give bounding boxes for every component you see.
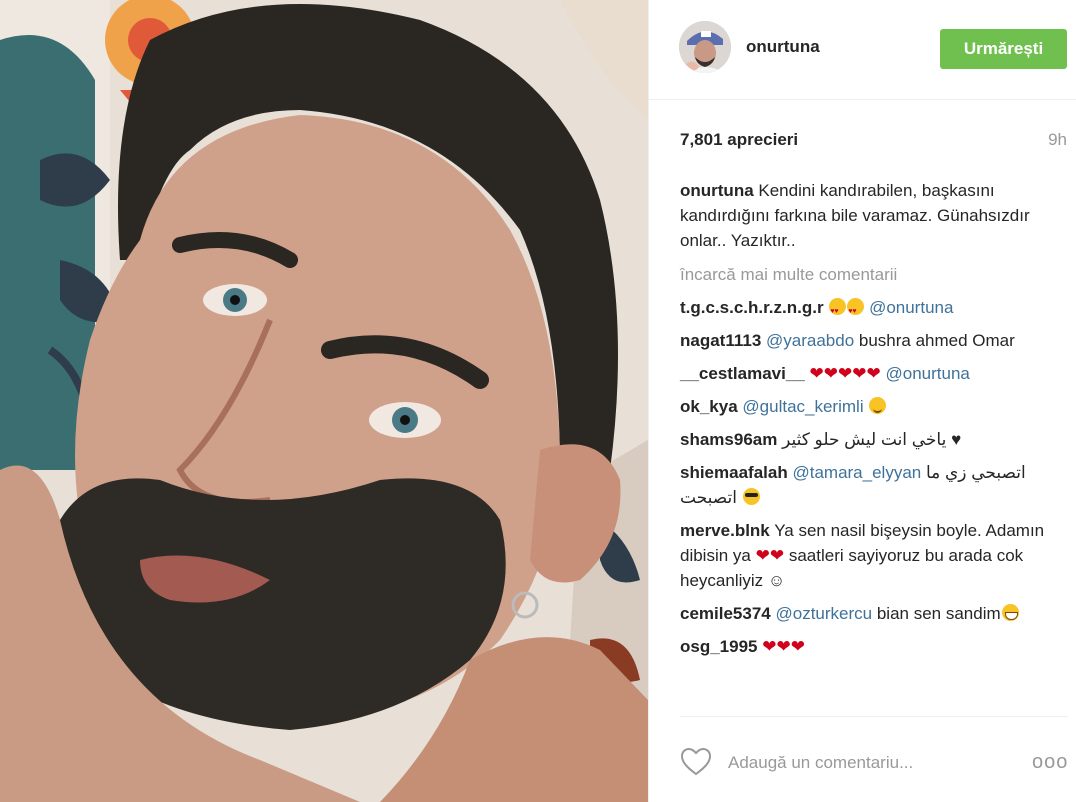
author-avatar[interactable] (679, 21, 731, 73)
heart-outline-icon (680, 747, 712, 776)
comment-username[interactable]: merve.blnk (680, 521, 770, 540)
more-options-icon: ooo (1032, 751, 1069, 773)
comment-input[interactable] (726, 747, 1000, 779)
list-item: cemile5374 @ozturkercu bian sen sandim (680, 601, 1068, 626)
comment-username[interactable]: osg_1995 (680, 637, 758, 656)
comment-mention[interactable]: @ozturkercu (775, 604, 872, 623)
comment-username[interactable]: t.g.c.s.c.h.r.z.n.g.r (680, 298, 824, 317)
hearts-emoji-icon: ❤❤❤ (762, 637, 805, 656)
comment-mention[interactable]: @onurtuna (869, 298, 953, 317)
avatar-image (679, 21, 731, 73)
caption-username[interactable]: onurtuna (680, 181, 754, 200)
list-item: __cestlamavi__ ❤❤❤❤❤ @onurtuna (680, 361, 1068, 386)
follow-button[interactable]: Urmărești (940, 29, 1067, 69)
author-username[interactable]: onurtuna (746, 37, 820, 57)
comment-username[interactable]: cemile5374 (680, 604, 771, 623)
heart-eyes-emoji-icon (829, 298, 847, 324)
hearts-emoji-icon: ❤❤❤❤❤ (809, 364, 881, 383)
heart-eyes-emoji-icon (847, 298, 865, 324)
comment-mention[interactable]: @gultac_kerimli (742, 397, 863, 416)
comment-footer: ooo (680, 716, 1068, 802)
post-time[interactable]: 9h (1048, 130, 1067, 150)
list-item: shams96am ياخي انت ليش حلو كثير ♥ (680, 427, 1068, 452)
post-header: onurtuna Urmărești (649, 0, 1076, 100)
instagram-post: onurtuna Urmărești 7,801 aprecieri 9h on… (0, 0, 1076, 802)
comment-text: bushra ahmed Omar (854, 331, 1015, 350)
grin-emoji-icon (1001, 604, 1019, 621)
like-button[interactable] (680, 747, 712, 777)
load-more-comments-link[interactable]: încarcă mai multe comentarii (680, 262, 1068, 287)
likes-count[interactable]: 7,801 aprecieri (680, 130, 798, 150)
list-item: merve.blnk Ya sen nasil bişeysin boyle. … (680, 518, 1068, 593)
comment-mention[interactable]: @onurtuna (885, 364, 969, 383)
list-item: t.g.c.s.c.h.r.z.n.g.r @onurtuna (680, 295, 1068, 324)
comment-username[interactable]: __cestlamavi__ (680, 364, 805, 383)
comment-username[interactable]: ok_kya (680, 397, 738, 416)
post-details-panel: onurtuna Urmărești 7,801 aprecieri 9h on… (648, 0, 1076, 802)
list-item: osg_1995 ❤❤❤ (680, 634, 1068, 659)
comment-mention[interactable]: @yaraabdo (766, 331, 854, 350)
comment-mention[interactable]: @tamara_elyyan (792, 463, 921, 482)
comments-list: onurtuna Kendini kandırabilen, başkasını… (680, 178, 1068, 667)
sunglasses-emoji-icon (742, 488, 760, 505)
comment-text: bian sen sandim (872, 604, 1001, 623)
smile-emoji-icon (869, 397, 887, 414)
list-item: nagat1113 @yaraabdo bushra ahmed Omar (680, 328, 1068, 353)
comment-username[interactable]: shiemaafalah (680, 463, 788, 482)
comment-username[interactable]: nagat1113 (680, 331, 761, 350)
selfie-image (0, 0, 648, 802)
comment-username[interactable]: shams96am (680, 430, 777, 449)
more-options-button[interactable]: ooo (1032, 747, 1068, 777)
list-item: ok_kya @gultac_kerimli (680, 394, 1068, 419)
list-item: shiemaafalah @tamara_elyyan اتصبحي زي ما… (680, 460, 1068, 510)
caption: onurtuna Kendini kandırabilen, başkasını… (680, 178, 1068, 253)
hearts-emoji-icon: ❤❤ (755, 546, 785, 565)
post-photo[interactable] (0, 0, 648, 802)
black-heart-emoji-icon: ♥ (951, 430, 962, 449)
comment-text: ياخي انت ليش حلو كثير (782, 430, 947, 449)
